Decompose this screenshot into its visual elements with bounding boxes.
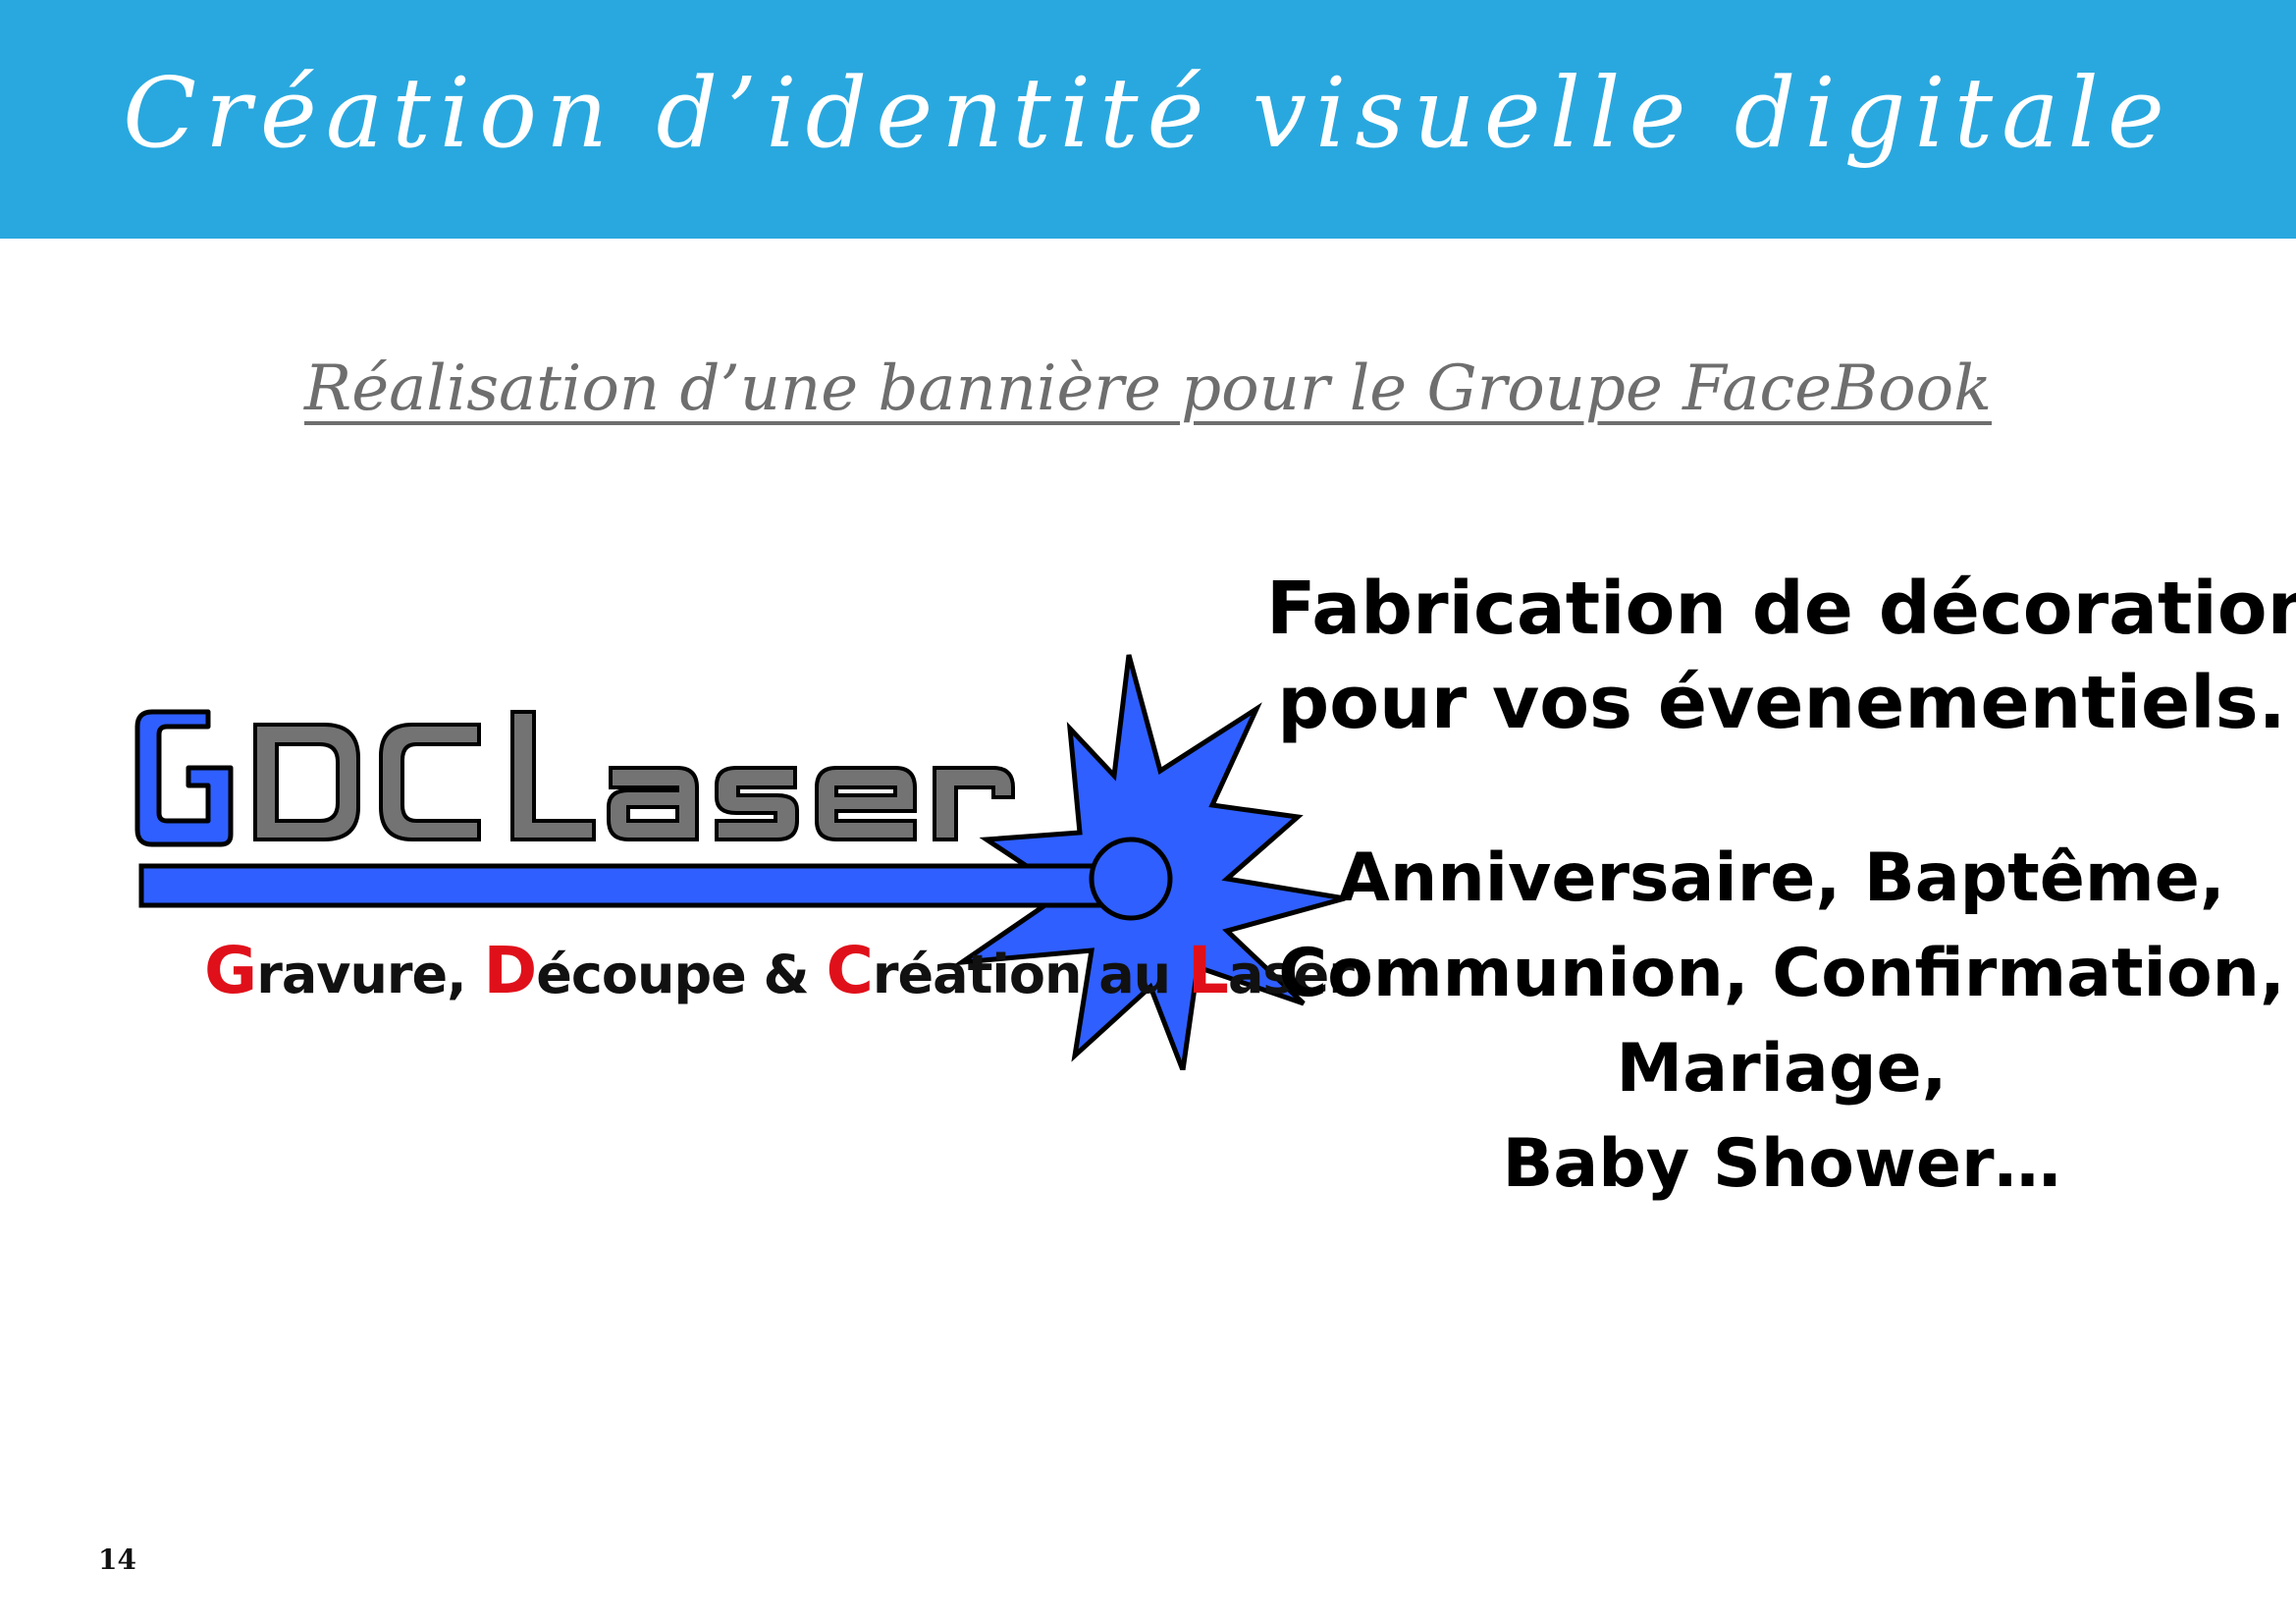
logo-letter-a [607, 766, 699, 841]
events-line-1: Anniversaire, Baptême, [1338, 839, 2225, 917]
header-banner: Création d’identité visuelle digitale [0, 0, 2296, 239]
events-line-2: Communion, Confirmation, [1278, 935, 2285, 1012]
tagline-initial-d: D [483, 933, 537, 1008]
tagline-text-c: réation au [872, 944, 1188, 1005]
events-block: Anniversaire, Baptême, Communion, Confir… [1266, 831, 2296, 1212]
tagline-initial-l: L [1187, 933, 1229, 1008]
page-title: Création d’identité visuelle digitale [123, 58, 2173, 170]
subtitle-text: Réalisation d’une bannière pour le Group… [304, 352, 1992, 425]
tagline-text-d: écoupe & [536, 944, 827, 1005]
headline-line-1: Fabrication de décoration [1266, 567, 2296, 651]
logo-letter-d [253, 723, 360, 841]
page-number: 14 [98, 1543, 136, 1576]
headline-block: Fabrication de décoration pour vos évene… [1266, 562, 2296, 750]
laser-beam [138, 863, 1132, 908]
logo-letter-g [134, 709, 234, 847]
logo-letter-r [933, 766, 1015, 841]
tagline-initial-g: G [204, 933, 257, 1008]
events-line-3: Mariage, [1616, 1030, 1948, 1108]
tagline-initial-c: C [826, 933, 873, 1008]
beam-head-icon [1089, 837, 1173, 921]
logo-letter-l [510, 710, 596, 841]
gdc-laser-logo: Gravure, Découpe & Création au Laser [98, 638, 1374, 1070]
logo-tagline: Gravure, Découpe & Création au Laser [204, 933, 1355, 1008]
section-subtitle: Réalisation d’une bannière pour le Group… [0, 352, 2296, 427]
logo-letter-c [379, 723, 481, 841]
logo-letter-e [815, 766, 917, 841]
tagline-text-g: ravure, [256, 944, 484, 1005]
logo-letter-s [715, 766, 799, 841]
events-line-4: Baby Shower… [1502, 1125, 2061, 1203]
headline-line-2: pour vos évenementiels. [1277, 661, 2286, 745]
